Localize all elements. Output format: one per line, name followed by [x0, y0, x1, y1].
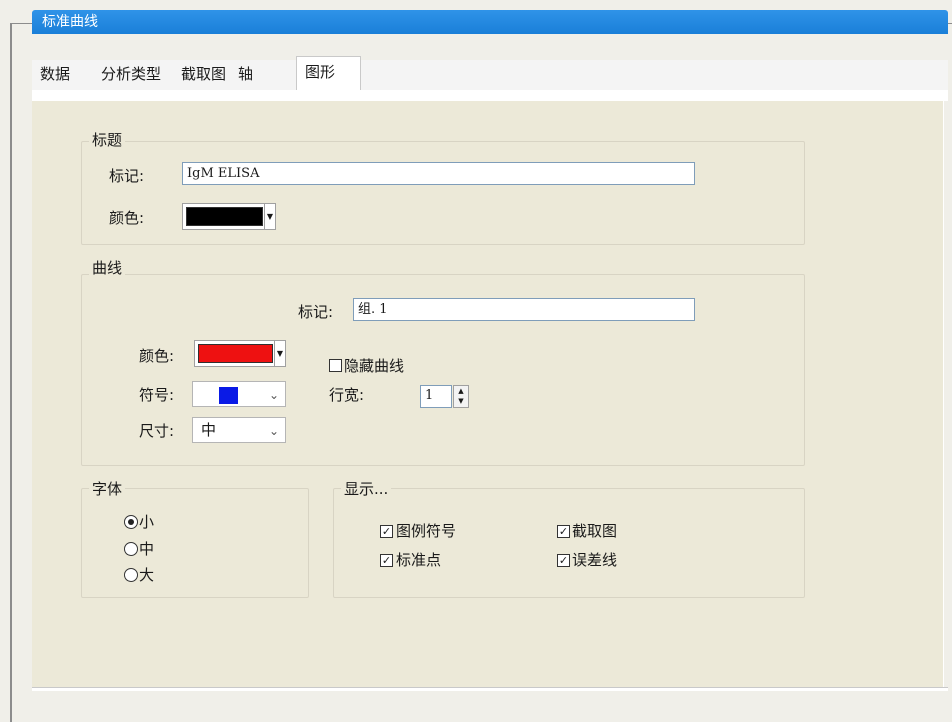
curve-color-swatch [198, 344, 273, 363]
curve-label-input[interactable]: 组. 1 [353, 298, 695, 321]
symbol-square-swatch [219, 387, 238, 404]
dropdown-arrow-icon[interactable]: ▼ [274, 341, 285, 366]
display-group-heading: 显示... [341, 480, 392, 498]
error-bars-checkbox[interactable]: ✓ [557, 554, 570, 567]
curve-color-picker[interactable]: ▼ [194, 340, 286, 367]
hide-curve-checkbox[interactable] [329, 359, 342, 372]
panel-bottom-border [32, 687, 948, 691]
symbol-select[interactable]: ⌄ [192, 381, 286, 407]
symbol-caption: 符号: [139, 386, 175, 404]
font-group [81, 488, 309, 598]
line-width-input[interactable]: 1 [420, 385, 452, 408]
size-value: 中 [201, 421, 217, 439]
spin-down-icon[interactable]: ▼ [454, 396, 468, 406]
error-bars-label: 误差线 [572, 551, 618, 569]
font-medium-radio[interactable] [124, 542, 138, 556]
title-color-swatch [186, 207, 263, 226]
title-color-picker[interactable]: ▼ [182, 203, 276, 230]
line-width-stepper[interactable]: ▲ ▼ [453, 385, 469, 408]
intercept-plot-label: 截取图 [572, 522, 618, 540]
standard-points-checkbox[interactable]: ✓ [380, 554, 393, 567]
tab-analysis-type[interactable]: 分析类型 [95, 60, 167, 90]
legend-symbol-checkbox[interactable]: ✓ [380, 525, 393, 538]
title-label-input[interactable]: IgM ELISA [182, 162, 695, 185]
spin-up-icon[interactable]: ▲ [454, 386, 468, 396]
size-select[interactable]: 中 ⌄ [192, 417, 286, 443]
font-group-heading: 字体 [89, 480, 126, 498]
graphics-panel: 标题 标记: IgM ELISA 颜色: ▼ 曲线 标记: 组. 1 颜色: ▼… [32, 101, 944, 687]
line-width-caption: 行宽: [329, 386, 365, 404]
window-title: 标准曲线 [42, 14, 98, 30]
font-large-label: 大 [139, 566, 155, 584]
line-width-value: 1 [425, 388, 434, 403]
tab-content-top [32, 90, 948, 101]
standard-points-label: 标准点 [396, 551, 442, 569]
font-large-radio[interactable] [124, 568, 138, 582]
intercept-plot-checkbox[interactable]: ✓ [557, 525, 570, 538]
tab-intercept-plot[interactable]: 截取图 [175, 60, 232, 90]
curve-group-heading: 曲线 [89, 259, 126, 277]
chevron-down-icon: ⌄ [268, 424, 279, 438]
size-caption: 尺寸: [139, 422, 175, 440]
tab-data[interactable]: 数据 [34, 60, 76, 90]
legend-symbol-label: 图例符号 [396, 522, 457, 540]
display-group [333, 488, 805, 598]
font-medium-label: 中 [139, 540, 155, 558]
tab-strip: 数据 分析类型 截取图 轴 图形 [32, 56, 948, 90]
title-color-caption: 颜色: [109, 209, 145, 227]
curve-color-caption: 颜色: [139, 347, 175, 365]
title-bar[interactable]: 标准曲线 [32, 10, 948, 34]
curve-label-caption: 标记: [298, 303, 334, 321]
dropdown-arrow-icon[interactable]: ▼ [264, 204, 275, 229]
chevron-down-icon: ⌄ [268, 388, 279, 402]
title-label-caption: 标记: [109, 167, 145, 185]
window-frame-top [10, 23, 32, 24]
window-frame-left [10, 24, 12, 722]
tab-graphics[interactable]: 图形 [296, 56, 361, 90]
font-small-radio[interactable] [124, 515, 138, 529]
tab-axis[interactable]: 轴 [232, 60, 259, 90]
title-group-heading: 标题 [89, 131, 126, 149]
hide-curve-label: 隐藏曲线 [344, 357, 405, 375]
font-small-label: 小 [139, 513, 155, 531]
